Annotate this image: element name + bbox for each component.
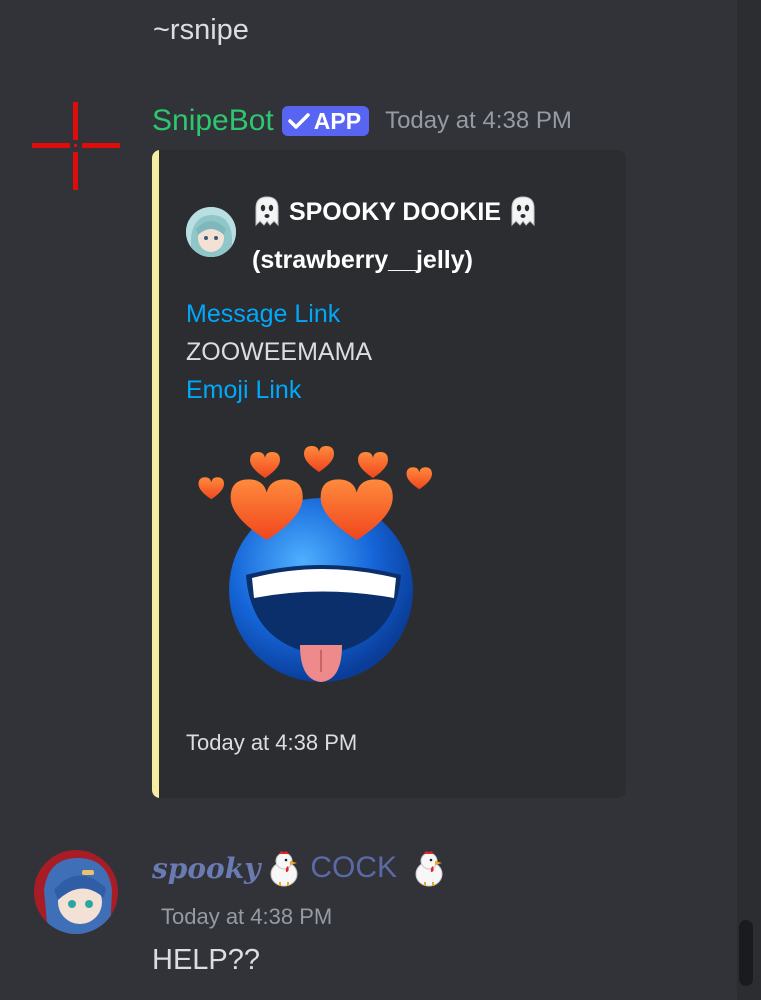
chicken-emoji-icon xyxy=(270,851,298,887)
app-badge-label: APP xyxy=(313,107,362,134)
user-avatar[interactable] xyxy=(34,850,118,934)
previous-message-text: ~rsnipe xyxy=(153,14,249,46)
sniped-content: ZOOWEEMAMA xyxy=(186,338,373,366)
embed-author-avatar[interactable] xyxy=(186,207,236,257)
user-display-name[interactable]: spooky xyxy=(152,852,260,885)
embed-footer-timestamp: Today at 4:38 PM xyxy=(186,730,358,755)
embed-author[interactable]: SPOOKY DOOKIE (strawberry__jelly) xyxy=(252,188,592,284)
scrollbar-track[interactable] xyxy=(737,0,761,1000)
scrollbar-thumb[interactable] xyxy=(739,920,753,986)
bot-message-header: SnipeBot APP Today at 4:38 PM xyxy=(152,104,572,138)
heart-eyes-emoji-icon[interactable] xyxy=(196,440,436,700)
embed-accent-bar xyxy=(152,150,159,798)
user-message-text: HELP?? xyxy=(152,944,261,976)
embed-description: Message Link ZOOWEEMAMA Emoji Link xyxy=(186,295,372,409)
bot-username[interactable]: SnipeBot xyxy=(152,104,274,138)
user-message-header: spooky COCK xyxy=(152,848,447,888)
chicken-emoji-icon xyxy=(415,851,443,887)
message-link[interactable]: Message Link xyxy=(186,295,372,333)
embed-author-name: SPOOKY DOOKIE xyxy=(288,198,502,226)
user-name-suffix[interactable]: COCK xyxy=(310,851,397,885)
snipe-embed: SPOOKY DOOKIE (strawberry__jelly) Messag… xyxy=(152,150,626,798)
bot-message-timestamp: Today at 4:38 PM xyxy=(385,107,572,134)
app-badge: APP xyxy=(281,106,370,136)
ghost-emoji-icon xyxy=(255,196,279,227)
verified-check-icon xyxy=(288,113,310,129)
chat-view: ~rsnipe SnipeBot APP Today at 4:38 PM SP… xyxy=(0,0,761,1000)
emoji-link[interactable]: Emoji Link xyxy=(186,371,372,409)
ghost-emoji-icon xyxy=(511,196,535,227)
embed-author-handle: (strawberry__jelly) xyxy=(252,246,473,274)
user-message-timestamp: Today at 4:38 PM xyxy=(161,904,333,929)
crosshair-avatar-icon[interactable] xyxy=(32,102,120,190)
